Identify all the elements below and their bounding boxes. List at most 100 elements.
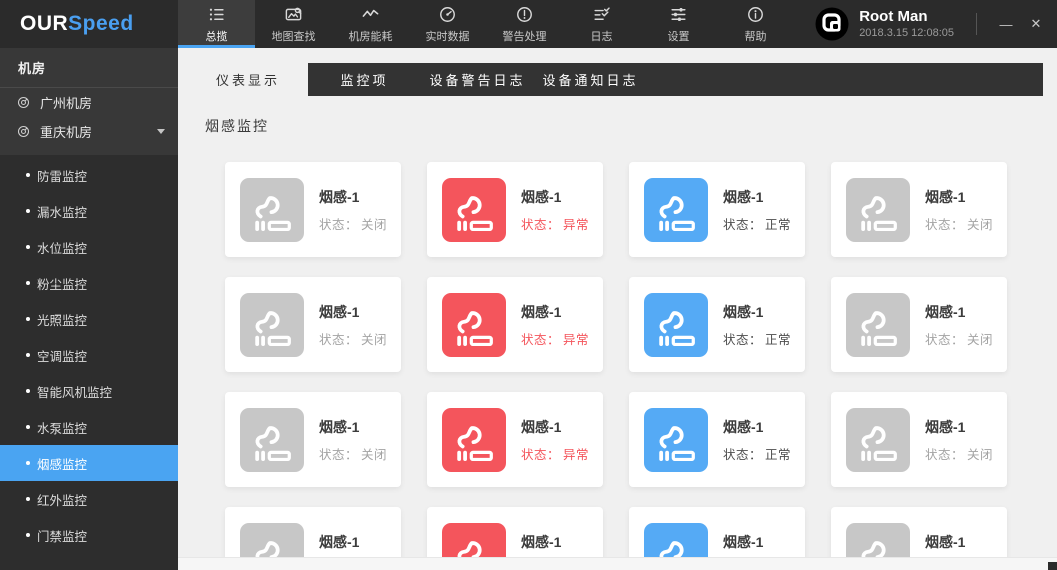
sidebar-subitem-lightning[interactable]: 防雷监控 — [0, 157, 178, 193]
sensor-name: 烟感-1 — [925, 418, 966, 435]
smoke-sensor-card[interactable]: 烟感-1 状态：关闭 — [225, 277, 401, 372]
bullet-icon — [26, 461, 30, 465]
sidebar: 机房 广州机房 重庆机房 防雷监控 漏水监控 水位监控 粉尘监控 光照监控 空调… — [0, 48, 178, 570]
smoke-sensor-card[interactable]: 烟感-1 状态：关闭 — [831, 277, 1007, 372]
status-value: 异常 — [563, 332, 590, 347]
sensor-name: 烟感-1 — [723, 533, 764, 550]
nav-item-settings[interactable]: 设置 — [640, 0, 717, 48]
nav-item-room-energy[interactable]: 机房能耗 — [332, 0, 409, 48]
smoke-sensor-icon — [644, 177, 708, 242]
sensor-name: 烟感-1 — [521, 533, 562, 550]
sidebar-subitem-smoke[interactable]: 烟感监控 — [0, 445, 178, 481]
tab-dashboard-display[interactable]: 仪表显示 — [188, 63, 308, 96]
nav-item-alert-handling[interactable]: 警告处理 — [486, 0, 563, 48]
smoke-sensor-card[interactable]: 烟感-1 状态：异常 — [427, 162, 603, 257]
tab-device-alert-log[interactable]: 设备警告日志 — [421, 63, 534, 96]
tab-device-notice-log[interactable]: 设备通知日志 — [534, 63, 647, 96]
sensor-status: 状态：关闭 — [319, 444, 387, 463]
bullet-icon — [26, 317, 30, 321]
nav-item-help[interactable]: 帮助 — [717, 0, 794, 48]
sidebar-subitem-infrared[interactable]: 红外监控 — [0, 481, 178, 517]
status-value: 关闭 — [967, 332, 994, 347]
subitem-label: 门禁监控 — [37, 529, 88, 544]
smoke-sensor-card[interactable]: 烟感-1 状态：关闭 — [831, 162, 1007, 257]
alert-icon — [515, 5, 534, 24]
subitem-label: 红外监控 — [37, 493, 88, 508]
sensor-name: 烟感-1 — [925, 303, 966, 320]
sidebar-subitem-dust[interactable]: 粉尘监控 — [0, 265, 178, 301]
smoke-sensor-card[interactable]: 烟感-1 状态：异常 — [427, 277, 603, 372]
sensor-name: 烟感-1 — [521, 303, 562, 320]
smoke-sensor-icon — [240, 407, 304, 472]
status-prefix: 状态： — [925, 332, 965, 347]
nav-item-logs[interactable]: 日志 — [563, 0, 640, 48]
sidebar-subitem-light[interactable]: 光照监控 — [0, 301, 178, 337]
subitem-label: 水泵监控 — [37, 421, 88, 436]
sensor-status: 状态：关闭 — [925, 444, 993, 463]
dial-icon — [16, 124, 31, 139]
bullet-icon — [26, 209, 30, 213]
sensor-status: 状态：关闭 — [319, 214, 387, 233]
sensor-name: 烟感-1 — [521, 188, 562, 205]
sidebar-subitem-water-leak[interactable]: 漏水监控 — [0, 193, 178, 229]
subitem-label: 光照监控 — [37, 313, 88, 328]
status-prefix: 状态： — [521, 447, 561, 462]
smoke-sensor-card[interactable]: 烟感-1 状态：正常 — [629, 277, 805, 372]
sidebar-subitem-smart-fan[interactable]: 智能风机监控 — [0, 373, 178, 409]
subitem-label: 粉尘监控 — [37, 277, 88, 292]
room-label: 广州机房 — [40, 96, 93, 111]
nav-label: 总揽 — [205, 30, 228, 43]
sidebar-item-guangzhou-room[interactable]: 广州机房 — [0, 88, 178, 117]
status-value: 异常 — [563, 217, 590, 232]
bullet-icon — [26, 245, 30, 249]
sidebar-subitem-water-level[interactable]: 水位监控 — [0, 229, 178, 265]
close-button[interactable]: ✕ — [1021, 0, 1051, 48]
sidebar-subitem-aircon[interactable]: 空调监控 — [0, 337, 178, 373]
smoke-sensor-card[interactable]: 烟感-1 状态：关闭 — [225, 162, 401, 257]
sensor-name: 烟感-1 — [723, 418, 764, 435]
sensor-status: 状态：关闭 — [925, 329, 993, 348]
topbar-right: Root Man 2018.3.15 12:08:05 — ✕ — [815, 0, 1057, 48]
sidebar-subitem-water-pump[interactable]: 水泵监控 — [0, 409, 178, 445]
settings-icon — [669, 5, 688, 24]
smoke-sensor-card[interactable]: 烟感-1 状态：正常 — [629, 162, 805, 257]
status-value: 关闭 — [967, 217, 994, 232]
smoke-sensor-icon — [240, 177, 304, 242]
smoke-sensor-card[interactable]: 烟感-1 状态：异常 — [427, 392, 603, 487]
topbar: OUR Speed 总揽 地图查找 机房能耗 实时数据 警告处理 日志 设置 帮… — [0, 0, 1057, 48]
sensor-status: 状态：关闭 — [319, 329, 387, 348]
top-nav: 总揽 地图查找 机房能耗 实时数据 警告处理 日志 设置 帮助 — [178, 0, 794, 48]
sensor-status: 状态：正常 — [723, 214, 791, 233]
tab-monitor-items[interactable]: 监控项 — [308, 63, 421, 96]
sidebar-item-chongqing-room[interactable]: 重庆机房 — [0, 117, 178, 146]
bullet-icon — [26, 173, 30, 177]
smoke-sensor-card[interactable]: 烟感-1 状态：正常 — [629, 392, 805, 487]
minimize-button[interactable]: — — [991, 0, 1021, 48]
status-prefix: 状态： — [723, 332, 763, 347]
smoke-sensor-card[interactable]: 烟感-1 状态：关闭 — [225, 392, 401, 487]
status-value: 正常 — [765, 447, 792, 462]
window-controls-divider — [976, 13, 977, 35]
logo-text-our: OUR — [20, 12, 69, 35]
gauge-icon — [438, 5, 457, 24]
nav-item-overview[interactable]: 总揽 — [178, 0, 255, 48]
nav-item-map-search[interactable]: 地图查找 — [255, 0, 332, 48]
dial-icon — [16, 95, 31, 110]
sensor-name: 烟感-1 — [521, 418, 562, 435]
chevron-down-icon — [157, 129, 165, 134]
smoke-sensor-icon — [442, 177, 506, 242]
avatar[interactable] — [815, 7, 849, 41]
tabbar: 仪表显示 监控项 设备警告日志 设备通知日志 — [188, 63, 1043, 96]
smoke-sensor-icon — [846, 407, 910, 472]
status-prefix: 状态： — [521, 217, 561, 232]
nav-label: 帮助 — [744, 30, 767, 43]
smoke-sensor-icon — [644, 292, 708, 357]
status-prefix: 状态： — [319, 447, 359, 462]
status-prefix: 状态： — [925, 447, 965, 462]
nav-item-realtime-data[interactable]: 实时数据 — [409, 0, 486, 48]
smoke-sensor-card[interactable]: 烟感-1 状态：关闭 — [831, 392, 1007, 487]
subitem-label: 防雷监控 — [37, 169, 88, 184]
sidebar-subitem-door-access[interactable]: 门禁监控 — [0, 517, 178, 553]
map-search-icon — [284, 5, 303, 24]
status-value: 关闭 — [361, 332, 388, 347]
